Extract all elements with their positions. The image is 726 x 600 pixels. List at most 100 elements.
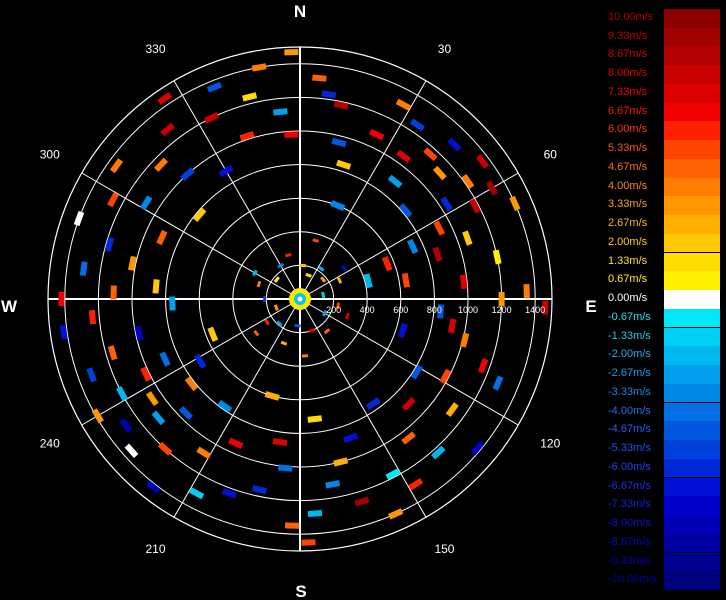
- colorbar-entry: 10.00m/s: [606, 9, 720, 28]
- colorbar-entry: -3.33m/s: [606, 383, 720, 403]
- velocity-bin: [336, 277, 343, 284]
- colorbar-label: 0.67m/s: [608, 273, 648, 286]
- spoke-line: [81, 172, 301, 300]
- velocity-bin: [477, 358, 489, 374]
- velocity-bin: [107, 345, 118, 361]
- colorbar-entry: 0.00m/s: [606, 290, 720, 309]
- velocity-bin: [124, 443, 139, 458]
- velocity-bin: [294, 324, 301, 328]
- colorbar-label: -4.67m/s: [608, 423, 651, 436]
- colorbar-entry: -2.67m/s: [606, 365, 720, 384]
- compass-north-label: N: [294, 2, 306, 21]
- velocity-bin: [119, 417, 133, 433]
- velocity-bin: [354, 496, 370, 507]
- velocity-bin: [58, 292, 65, 306]
- colorbar-swatch: [664, 552, 720, 572]
- velocity-bin: [447, 137, 462, 152]
- velocity-bin: [301, 354, 309, 358]
- colorbar-label: -8.67m/s: [608, 535, 651, 548]
- colorbar-swatch: [664, 83, 720, 103]
- colorbar-swatch: [664, 177, 720, 197]
- angle-label: 30: [438, 42, 452, 56]
- colorbar-label: 0.00m/s: [608, 292, 648, 305]
- velocity-bin: [160, 122, 175, 137]
- velocity-bin: [498, 292, 505, 306]
- colorbar-swatch: [664, 290, 720, 309]
- colorbar-entry: 0.67m/s: [606, 271, 720, 290]
- velocity-bin: [432, 246, 443, 262]
- velocity-bin: [330, 200, 346, 211]
- range-label: 600: [393, 305, 408, 315]
- colorbar-label: 9.33m/s: [608, 29, 648, 42]
- velocity-bin: [369, 128, 385, 141]
- range-labels: 200 400 600 800 1000 1200 1400: [326, 305, 545, 315]
- colorbar-swatch: [664, 402, 720, 422]
- velocity-bin: [107, 192, 120, 208]
- velocity-bin: [284, 131, 299, 138]
- colorbar-entry: 4.00m/s: [606, 177, 720, 197]
- velocity-bin: [509, 195, 521, 211]
- compass-west-label: W: [1, 297, 18, 316]
- colorbar-entry: 6.00m/s: [606, 121, 720, 141]
- velocity-bin: [91, 408, 104, 424]
- velocity-bin: [401, 272, 411, 288]
- colorbar-swatch: [664, 365, 720, 384]
- velocity-bin: [342, 432, 359, 444]
- colorbar-swatch: [664, 102, 720, 122]
- colorbar-swatch: [664, 440, 720, 459]
- velocity-bin: [204, 112, 220, 124]
- colorbar-swatch: [664, 496, 720, 515]
- colorbar-entry: -6.67m/s: [606, 477, 720, 497]
- velocity-bin: [312, 74, 327, 82]
- velocity-bin: [73, 210, 85, 227]
- colorbar-swatch: [664, 27, 720, 47]
- velocity-bin: [460, 332, 470, 348]
- velocity-bin: [462, 230, 473, 246]
- colorbar-entry: 8.67m/s: [606, 46, 720, 66]
- colorbar-swatch: [664, 421, 720, 440]
- colorbar-entry: 3.33m/s: [606, 196, 720, 215]
- velocity-bin: [323, 328, 331, 335]
- range-label: 1200: [492, 305, 512, 315]
- velocity-bin: [408, 477, 424, 491]
- velocity-bin: [273, 108, 288, 116]
- colorbar-entry: -0.67m/s: [606, 308, 720, 328]
- spoke-line: [299, 80, 427, 300]
- velocity-bin: [433, 220, 446, 236]
- colorbar-label: 1.33m/s: [608, 254, 648, 267]
- velocity-bin: [401, 396, 416, 412]
- velocity-bin: [189, 487, 205, 500]
- angle-label: 210: [146, 542, 166, 556]
- colorbar-entry: 2.67m/s: [606, 215, 720, 234]
- velocity-bin: [333, 457, 349, 467]
- velocity-bin: [299, 263, 307, 268]
- angle-label: 120: [540, 436, 560, 450]
- velocity-bin: [432, 165, 447, 181]
- colorbar-entry: 6.67m/s: [606, 102, 720, 122]
- colorbar-label: 4.00m/s: [608, 179, 648, 192]
- colorbar-swatch: [664, 458, 720, 478]
- colorbar-entry: 2.00m/s: [606, 233, 720, 253]
- velocity-bin: [157, 441, 173, 456]
- colorbar-entry: 9.33m/s: [606, 27, 720, 47]
- colorbar-label: -3.33m/s: [608, 385, 651, 398]
- velocity-bin: [154, 157, 169, 172]
- colorbar-entry: 1.33m/s: [606, 252, 720, 272]
- velocity-bin: [307, 415, 323, 423]
- velocity-bin: [252, 485, 267, 495]
- velocity-bin: [88, 309, 97, 325]
- colorbar-label: -10.00m/s: [608, 573, 657, 586]
- range-label: 400: [360, 305, 375, 315]
- colorbar-entry: 5.33m/s: [606, 140, 720, 159]
- velocity-bin: [277, 262, 285, 269]
- velocity-bin: [492, 249, 502, 265]
- velocity-bin: [207, 326, 219, 342]
- velocity-bin: [242, 92, 258, 102]
- colorbar-swatch: [664, 477, 720, 497]
- colorbar-swatch: [664, 346, 720, 365]
- velocity-bin: [116, 386, 128, 402]
- velocity-bin: [321, 291, 326, 299]
- velocity-bin: [272, 438, 288, 447]
- velocity-bin: [169, 296, 176, 311]
- velocity-bin: [79, 261, 88, 276]
